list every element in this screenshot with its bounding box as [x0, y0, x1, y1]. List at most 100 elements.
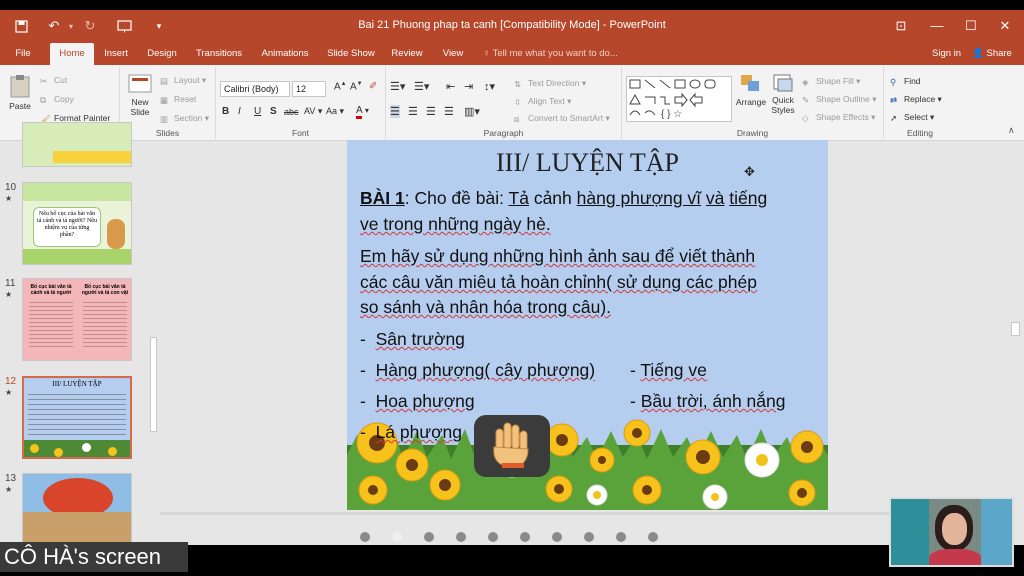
- numbering-icon[interactable]: ☰▾: [414, 80, 429, 93]
- bullets-icon[interactable]: ☰▾: [390, 80, 405, 93]
- text-direction-button[interactable]: ⇅ Text Direction ▾: [514, 78, 586, 89]
- instruction-line-1[interactable]: Em hãy sử dụng những hình ảnh sau để viế…: [360, 246, 755, 267]
- page-dot[interactable]: [456, 532, 466, 542]
- line-spacing-icon[interactable]: ↕▾: [484, 80, 495, 93]
- paste-button[interactable]: Paste: [6, 73, 34, 111]
- bullet-dash: -: [630, 391, 636, 411]
- sign-in-link[interactable]: Sign in: [932, 43, 961, 65]
- thumbnails-scrollbar[interactable]: [148, 142, 160, 545]
- shadow-icon[interactable]: S: [270, 106, 277, 117]
- section-button[interactable]: ▥ Section ▾: [160, 113, 209, 124]
- page-dot[interactable]: [552, 532, 562, 542]
- quick-styles-icon: [773, 74, 793, 92]
- bullet-item[interactable]: - Sân trường: [360, 329, 465, 350]
- align-center-icon[interactable]: ☰: [408, 105, 418, 118]
- bullet-item[interactable]: - Hàng phượng( cây phượng): [360, 360, 595, 381]
- editor-scrollbar[interactable]: [1008, 142, 1024, 545]
- shapes-gallery[interactable]: { } ☆: [626, 76, 732, 122]
- cut-button[interactable]: ✂ Cut: [40, 75, 67, 86]
- tab-insert[interactable]: Insert: [98, 43, 134, 65]
- exercise-prompt-line-2[interactable]: ve trong những ngày hè.: [360, 214, 551, 235]
- bold-icon[interactable]: B: [222, 106, 229, 117]
- select-button[interactable]: ➚ Select ▾: [890, 112, 934, 123]
- page-dot[interactable]: [488, 532, 498, 542]
- replace-button[interactable]: ⇄ Replace ▾: [890, 94, 942, 105]
- slide-thumbnail-11[interactable]: Bố cục bài văn tả cảnh và tả người Bố cụ…: [22, 278, 132, 361]
- character-spacing-icon[interactable]: AV ▾: [304, 106, 322, 117]
- instruction-line-2[interactable]: các câu văn miêu tả hoàn chỉnh( sử dụng …: [360, 272, 757, 293]
- tab-home[interactable]: Home: [50, 43, 94, 65]
- bullet-item-right[interactable]: - Bầu trời, ánh nắng: [630, 391, 785, 412]
- page-dot[interactable]: [392, 532, 402, 542]
- scrollbar-thumb[interactable]: [150, 337, 157, 432]
- shape-outline-button[interactable]: ✎ Shape Outline ▾: [802, 94, 877, 105]
- arrange-button[interactable]: Arrange: [734, 73, 768, 107]
- share-button[interactable]: 👤 Share: [972, 43, 1012, 65]
- shape-fill-button[interactable]: ◈ Shape Fill ▾: [802, 76, 860, 87]
- bullet-item[interactable]: - Lá phượng: [360, 422, 462, 443]
- page-dot[interactable]: [360, 532, 370, 542]
- new-slide-icon: [128, 74, 152, 93]
- ribbon-display-options-icon[interactable]: ⊡: [890, 16, 912, 36]
- increase-indent-icon[interactable]: ⇥: [464, 80, 473, 93]
- exercise-prompt[interactable]: BÀI 1: Cho đề bài: Tả cảnh hàng phượng v…: [360, 188, 767, 209]
- tab-design[interactable]: Design: [143, 43, 181, 65]
- decrease-indent-icon[interactable]: ⇤: [446, 80, 455, 93]
- slide-thumbnail-10[interactable]: Nêu bố cục của bài văn tả cảnh và tả ngư…: [22, 182, 132, 265]
- slide-thumbnail-13[interactable]: [22, 473, 132, 545]
- font-family-select[interactable]: Calibri (Body): [220, 81, 290, 97]
- font-size-select[interactable]: 12: [292, 81, 326, 97]
- convert-smartart-button[interactable]: ⧈ Convert to SmartArt ▾: [514, 113, 610, 124]
- minimize-icon[interactable]: —: [926, 16, 948, 36]
- page-dot[interactable]: [424, 532, 434, 542]
- italic-icon[interactable]: I: [238, 106, 241, 117]
- slide-thumbnail-12[interactable]: III/ LUYỆN TẬP: [22, 376, 132, 459]
- shape-effects-button[interactable]: ◇ Shape Effects ▾: [802, 112, 875, 123]
- copy-button[interactable]: ⧉ Copy: [40, 94, 74, 105]
- page-dot[interactable]: [616, 532, 626, 542]
- find-button[interactable]: ⚲ Find: [890, 76, 921, 87]
- bullet-item-right[interactable]: - Tiếng ve: [630, 360, 707, 381]
- layout-button[interactable]: ▤ Layout ▾: [160, 75, 206, 86]
- presenter-webcam-video: [889, 497, 1014, 567]
- tab-slide-show[interactable]: Slide Show: [324, 43, 378, 65]
- collapse-ribbon-icon[interactable]: ∧: [1008, 125, 1015, 136]
- font-color-icon[interactable]: A ▾: [356, 105, 369, 119]
- maximize-icon[interactable]: ☐: [960, 16, 982, 36]
- align-text-button[interactable]: ⇳ Align Text ▾: [514, 96, 571, 107]
- clear-formatting-icon[interactable]: ✐: [369, 81, 377, 92]
- tab-file[interactable]: File: [8, 43, 38, 65]
- tab-transitions[interactable]: Transitions: [192, 43, 246, 65]
- quick-styles-button[interactable]: Quick Styles: [768, 73, 798, 115]
- align-left-icon[interactable]: ☰: [390, 105, 400, 118]
- slide-title[interactable]: III/ LUYỆN TẬP: [347, 148, 828, 178]
- current-slide[interactable]: III/ LUYỆN TẬP ✥ BÀI 1: Cho đề bài: Tả c…: [347, 140, 828, 510]
- animation-star-icon: ★: [5, 388, 13, 397]
- instruction-line-3[interactable]: so sánh và nhân hóa trong câu).: [360, 297, 611, 318]
- increase-font-icon[interactable]: A▲: [334, 81, 347, 92]
- new-slide-button[interactable]: New Slide: [124, 73, 156, 117]
- presenter-shirt: [929, 549, 981, 565]
- decrease-font-icon[interactable]: A▼: [350, 81, 363, 92]
- page-dot[interactable]: [648, 532, 658, 542]
- slide-thumbnail[interactable]: [22, 122, 132, 167]
- change-case-icon[interactable]: Aa ▾: [326, 106, 344, 117]
- tab-animations[interactable]: Animations: [258, 43, 312, 65]
- reset-icon: ▦: [160, 94, 169, 105]
- copy-icon: ⧉: [40, 94, 47, 105]
- columns-icon[interactable]: ▥▾: [464, 105, 480, 118]
- underline-icon[interactable]: U: [254, 106, 261, 117]
- page-dot[interactable]: [584, 532, 594, 542]
- strikethrough-icon[interactable]: abc: [284, 107, 299, 117]
- page-dot[interactable]: [520, 532, 530, 542]
- bullet-item[interactable]: - Hoa phượng: [360, 391, 475, 412]
- tell-me-search[interactable]: ♀ Tell me what you want to do...: [483, 43, 618, 65]
- tab-view[interactable]: View: [438, 43, 468, 65]
- scrollbar-thumb[interactable]: [1011, 322, 1020, 336]
- align-right-icon[interactable]: ☰: [426, 105, 436, 118]
- reset-button[interactable]: ▦ Reset: [160, 94, 196, 105]
- justify-icon[interactable]: ☰: [444, 105, 454, 118]
- slide-number: 13: [5, 473, 17, 484]
- close-icon[interactable]: ✕: [994, 16, 1016, 36]
- tab-review[interactable]: Review: [388, 43, 426, 65]
